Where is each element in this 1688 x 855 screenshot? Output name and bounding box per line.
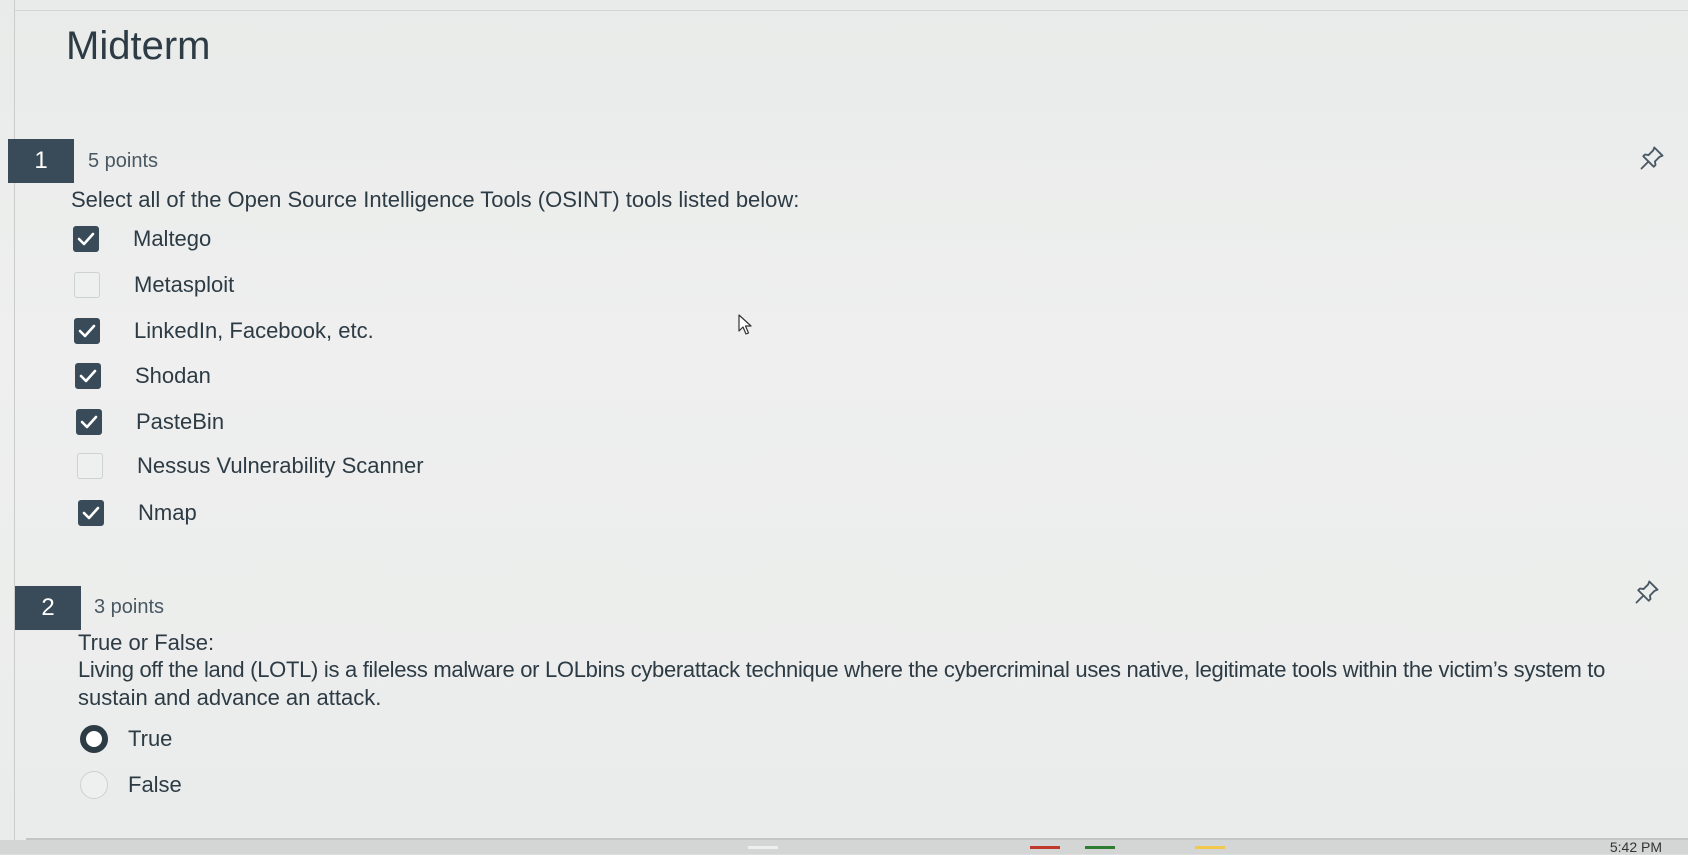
taskbar-app-icon[interactable] [1195, 846, 1225, 849]
question-2-prompt-line-2: Living off the land (LOTL) is a fileless… [78, 657, 1606, 682]
taskbar-app-icon[interactable] [1085, 846, 1115, 849]
taskbar-clock: 5:42 PM [1609, 839, 1662, 855]
option-metasploit[interactable]: Metasploit [74, 269, 234, 301]
checkmark-icon [78, 324, 96, 338]
checkmark-icon [82, 506, 100, 520]
option-label: Metasploit [134, 272, 235, 297]
pin-icon[interactable] [1633, 578, 1661, 606]
option-linkedin-facebook[interactable]: LinkedIn, Facebook, etc. [74, 315, 374, 347]
option-label: Maltego [133, 226, 212, 251]
option-label: PasteBin [136, 409, 225, 434]
question-2-points: 3 points [94, 596, 165, 618]
option-label: Nmap [138, 500, 197, 525]
option-maltego[interactable]: Maltego [73, 223, 211, 255]
quiz-page: Midterm 1 5 points Select all of the Ope… [0, 0, 1688, 854]
question-1-prompt: Select all of the Open Source Intelligen… [71, 187, 800, 212]
option-pastebin[interactable]: PasteBin [76, 406, 224, 438]
taskbar-app-icon[interactable] [748, 846, 778, 849]
checkbox-checked[interactable] [78, 500, 104, 526]
content-left-border [14, 0, 15, 854]
os-taskbar [0, 840, 1688, 854]
option-label: LinkedIn, Facebook, etc. [134, 318, 374, 343]
option-label: False [128, 772, 182, 797]
pin-icon[interactable] [1638, 144, 1666, 172]
checkbox-checked[interactable] [75, 363, 101, 389]
checkbox-checked[interactable] [73, 226, 99, 252]
option-label: Nessus Vulnerability Scanner [137, 453, 424, 478]
option-nessus[interactable]: Nessus Vulnerability Scanner [77, 450, 424, 482]
question-1-points: 5 points [88, 150, 159, 172]
question-2-number-badge: 2 [15, 586, 81, 630]
checkbox-unchecked[interactable] [74, 272, 100, 298]
checkmark-icon [80, 415, 98, 429]
radio-unselected[interactable] [80, 771, 108, 799]
checkbox-checked[interactable] [74, 318, 100, 344]
content-top-border [14, 10, 1688, 11]
option-true[interactable]: True [80, 723, 172, 755]
question-2-prompt-line-3: sustain and advance an attack. [78, 685, 382, 710]
question-1-number-badge: 1 [8, 139, 74, 183]
checkbox-checked[interactable] [76, 409, 102, 435]
option-false[interactable]: False [80, 769, 182, 801]
checkmark-icon [77, 232, 95, 246]
quiz-title: Midterm [66, 24, 211, 68]
radio-selected[interactable] [80, 725, 108, 753]
option-label: Shodan [135, 363, 211, 388]
option-nmap[interactable]: Nmap [78, 497, 197, 529]
option-label: True [128, 726, 173, 751]
checkmark-icon [79, 369, 97, 383]
question-2-prompt-line-1: True or False: [78, 630, 215, 655]
option-shodan[interactable]: Shodan [75, 360, 211, 392]
taskbar-app-icon[interactable] [1030, 846, 1060, 849]
checkbox-unchecked[interactable] [77, 453, 103, 479]
mouse-pointer-icon [738, 314, 752, 335]
